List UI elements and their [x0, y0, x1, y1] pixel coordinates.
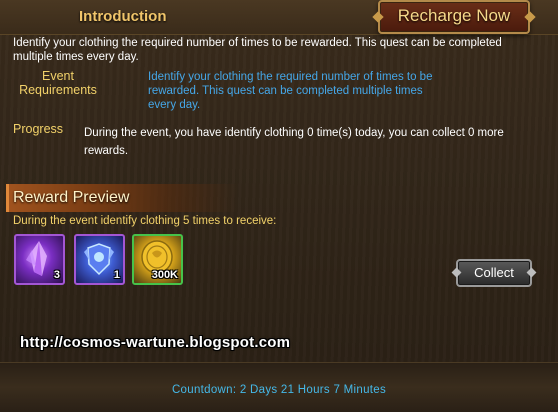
event-requirements-text: Identify your clothing the required numb… — [148, 71, 433, 111]
ornament-left-icon — [451, 267, 462, 278]
event-requirements-label: Event Requirements — [19, 69, 97, 97]
recharge-label: Recharge Now — [397, 6, 511, 25]
progress-label: Progress — [13, 122, 64, 136]
reward-item-purple-crystal[interactable]: 3 — [14, 234, 65, 285]
progress-text: During the event, you have identify clot… — [84, 127, 504, 157]
countdown-text: Countdown: 2 Days 21 Hours 7 Minutes — [171, 384, 387, 396]
item-count: 1 — [113, 269, 120, 281]
reward-item-gold[interactable]: 300K — [132, 234, 183, 285]
ornament-right-icon — [526, 267, 537, 278]
item-count: 3 — [53, 269, 60, 281]
collect-button[interactable]: Collect — [451, 259, 537, 287]
reward-preview-title: Reward Preview — [13, 189, 130, 206]
panel-title: Introduction — [79, 8, 167, 25]
reward-subtitle: During the event identify clothing 5 tim… — [13, 215, 277, 227]
quest-panel: Introduction Recharge Now Identify your … — [0, 0, 558, 412]
collect-label: Collect — [474, 265, 514, 280]
item-count: 300K — [151, 269, 178, 281]
recharge-now-button[interactable]: Recharge Now — [372, 0, 536, 34]
quest-description: Identify your clothing the required numb… — [13, 37, 502, 63]
reward-item-blue-armor[interactable]: 1 — [74, 234, 125, 285]
watermark-text: http://cosmos-wartune.blogspot.com — [20, 334, 291, 351]
